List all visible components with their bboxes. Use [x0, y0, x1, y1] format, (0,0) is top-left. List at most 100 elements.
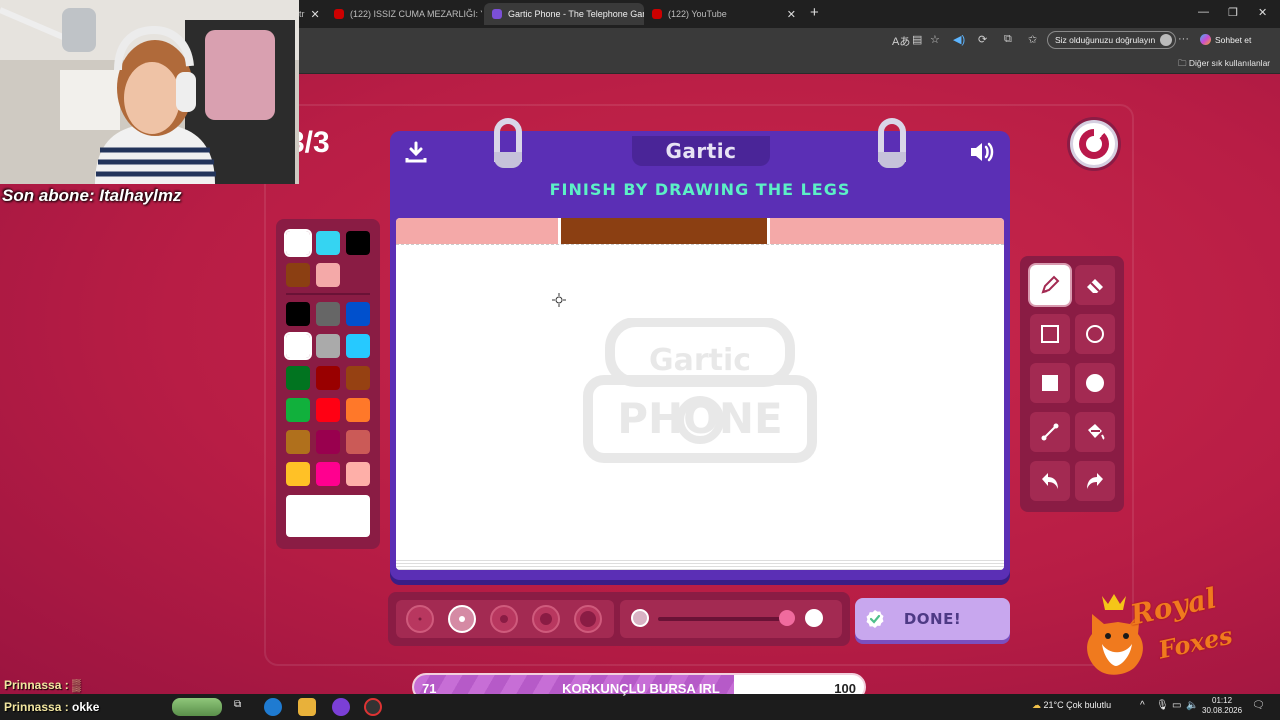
color-swatch[interactable] — [346, 302, 370, 326]
color-swatch[interactable] — [286, 462, 310, 486]
color-swatch[interactable] — [286, 366, 310, 390]
chat-text-1: ▒ — [72, 678, 81, 692]
opacity-slider-handle[interactable] — [779, 610, 795, 626]
youtube-icon — [652, 9, 662, 19]
edge-browser-icon[interactable] — [264, 698, 282, 716]
done-button[interactable]: DONE! — [855, 598, 1010, 640]
color-swatch[interactable] — [316, 398, 340, 422]
binder-ring-left — [494, 118, 522, 168]
task-view-icon[interactable]: ⧉ — [234, 699, 241, 710]
notifications-icon[interactable]: 🗨 — [1252, 700, 1265, 711]
webcam-person-image — [0, 0, 299, 184]
rectangle-fill-tool[interactable] — [1030, 363, 1070, 403]
weather-widget[interactable]: ☁ 21°C Çok bulutlu — [1032, 700, 1111, 711]
undo-tool[interactable] — [1030, 461, 1070, 501]
speaker-icon[interactable]: 🔈 — [1186, 700, 1198, 711]
close-icon[interactable]: ✕ — [305, 8, 320, 21]
color-swatch[interactable] — [286, 430, 310, 454]
recent-color-swatch[interactable] — [316, 231, 340, 255]
new-tab-button[interactable]: + — [810, 4, 819, 21]
bucket-tool[interactable] — [1075, 412, 1115, 452]
translate-icon[interactable]: Aあ — [892, 33, 910, 49]
brush-size-1[interactable] — [406, 605, 434, 633]
tab-4[interactable]: (122) YouTube ✕ — [644, 3, 804, 25]
square-fill-icon — [1042, 375, 1058, 391]
brush-size-5[interactable] — [574, 605, 602, 633]
color-swatch[interactable] — [316, 462, 340, 486]
progress-target: 100 — [834, 681, 856, 696]
watermark-bottom-text: PHONE — [617, 394, 782, 443]
color-swatch[interactable] — [286, 398, 310, 422]
color-swatch[interactable] — [346, 334, 370, 358]
ellipse-outline-tool[interactable] — [1075, 314, 1115, 354]
chat-message-2: Prinnassa : okke — [4, 700, 99, 714]
split-screen-icon[interactable]: ⧉ — [1004, 33, 1012, 46]
brush-size-3[interactable] — [490, 605, 518, 633]
square-outline-icon — [1041, 325, 1059, 343]
task-instruction: FINISH BY DRAWING THE LEGS — [549, 180, 851, 199]
file-explorer-icon[interactable] — [298, 698, 316, 716]
tab-2[interactable]: (122) ISSIZ CUMA MEZARLIĞI: Ye ✕ — [326, 3, 482, 25]
more-menu-icon[interactable]: ··· — [1178, 33, 1189, 45]
download-icon[interactable] — [404, 140, 428, 164]
color-swatch[interactable] — [316, 334, 340, 358]
recent-color-swatch[interactable] — [346, 231, 370, 255]
eraser-icon — [1087, 279, 1103, 293]
color-swatch[interactable] — [316, 430, 340, 454]
recent-color-swatch[interactable] — [284, 229, 312, 257]
current-color-preview — [286, 495, 370, 537]
rectangle-outline-tool[interactable] — [1030, 314, 1070, 354]
maximize-button[interactable]: ❐ — [1228, 6, 1238, 19]
audio-playing-icon[interactable]: ◀) — [953, 33, 965, 46]
tab-3-active[interactable]: Gartic Phone - The Telephone Gam ✕ — [484, 3, 644, 25]
volume-icon[interactable] — [968, 140, 996, 164]
color-swatch[interactable] — [316, 302, 340, 326]
copilot-button[interactable]: Sohbet et — [1200, 34, 1251, 45]
pencil-tool[interactable] — [1030, 265, 1070, 305]
obs-icon[interactable] — [364, 698, 382, 716]
gartic-logo: Gartic — [632, 136, 770, 166]
palette-divider — [286, 293, 370, 295]
color-swatch[interactable] — [346, 430, 370, 454]
tab-2-title: (122) ISSIZ CUMA MEZARLIĞI: Ye — [350, 9, 482, 19]
color-swatch[interactable] — [346, 462, 370, 486]
previous-drawing-body — [558, 218, 770, 244]
weather-text: Çok bulutlu — [1066, 700, 1112, 710]
close-icon[interactable]: ✕ — [781, 8, 796, 21]
weather-icon: ☁ — [1032, 700, 1041, 710]
color-swatch[interactable] — [286, 302, 310, 326]
line-tool[interactable] — [1030, 412, 1070, 452]
color-swatch[interactable] — [346, 366, 370, 390]
app-icon[interactable] — [332, 698, 350, 716]
color-swatch[interactable] — [284, 332, 312, 360]
ellipse-fill-tool[interactable] — [1075, 363, 1115, 403]
drawing-canvas[interactable]: Gartic PHONE — [396, 218, 1004, 570]
network-icon[interactable]: ▭ — [1172, 700, 1181, 711]
brush-size-2[interactable] — [448, 605, 476, 633]
opacity-slider-track[interactable] — [658, 617, 794, 621]
eraser-tool[interactable] — [1075, 265, 1115, 305]
reader-icon[interactable]: ▤ — [912, 33, 922, 46]
color-swatch[interactable] — [346, 398, 370, 422]
recent-color-swatch[interactable] — [316, 263, 340, 287]
favorite-star-icon[interactable]: ☆ — [930, 33, 940, 46]
minimize-button[interactable]: — — [1198, 6, 1209, 18]
system-clock[interactable]: 01:12 30.08.2026 — [1202, 696, 1242, 716]
avatar — [1160, 34, 1173, 46]
microphone-icon[interactable]: 🎙 — [1156, 700, 1169, 711]
brush-size-4[interactable] — [532, 605, 560, 633]
widgets-icon[interactable] — [172, 698, 222, 716]
favorites-icon[interactable]: ✩ — [1028, 33, 1037, 46]
chevron-up-icon[interactable]: ^ — [1140, 700, 1145, 711]
tab-3-title: Gartic Phone - The Telephone Gam — [508, 9, 644, 19]
extensions-icon[interactable]: ⟳ — [978, 33, 987, 46]
recent-color-swatch[interactable] — [286, 263, 310, 287]
profile-signin-button[interactable]: Siz olduğunuzu doğrulayın — [1047, 31, 1177, 49]
binder-ring-right — [878, 118, 906, 168]
color-swatch[interactable] — [316, 366, 340, 390]
redo-tool[interactable] — [1075, 461, 1115, 501]
other-favorites-folder[interactable]: 🗀 Diğer sık kullanılanlar — [1178, 58, 1270, 72]
chat-text-2: okke — [72, 700, 100, 714]
close-window-button[interactable]: ✕ — [1258, 6, 1267, 19]
clock-date: 30.08.2026 — [1202, 706, 1243, 715]
